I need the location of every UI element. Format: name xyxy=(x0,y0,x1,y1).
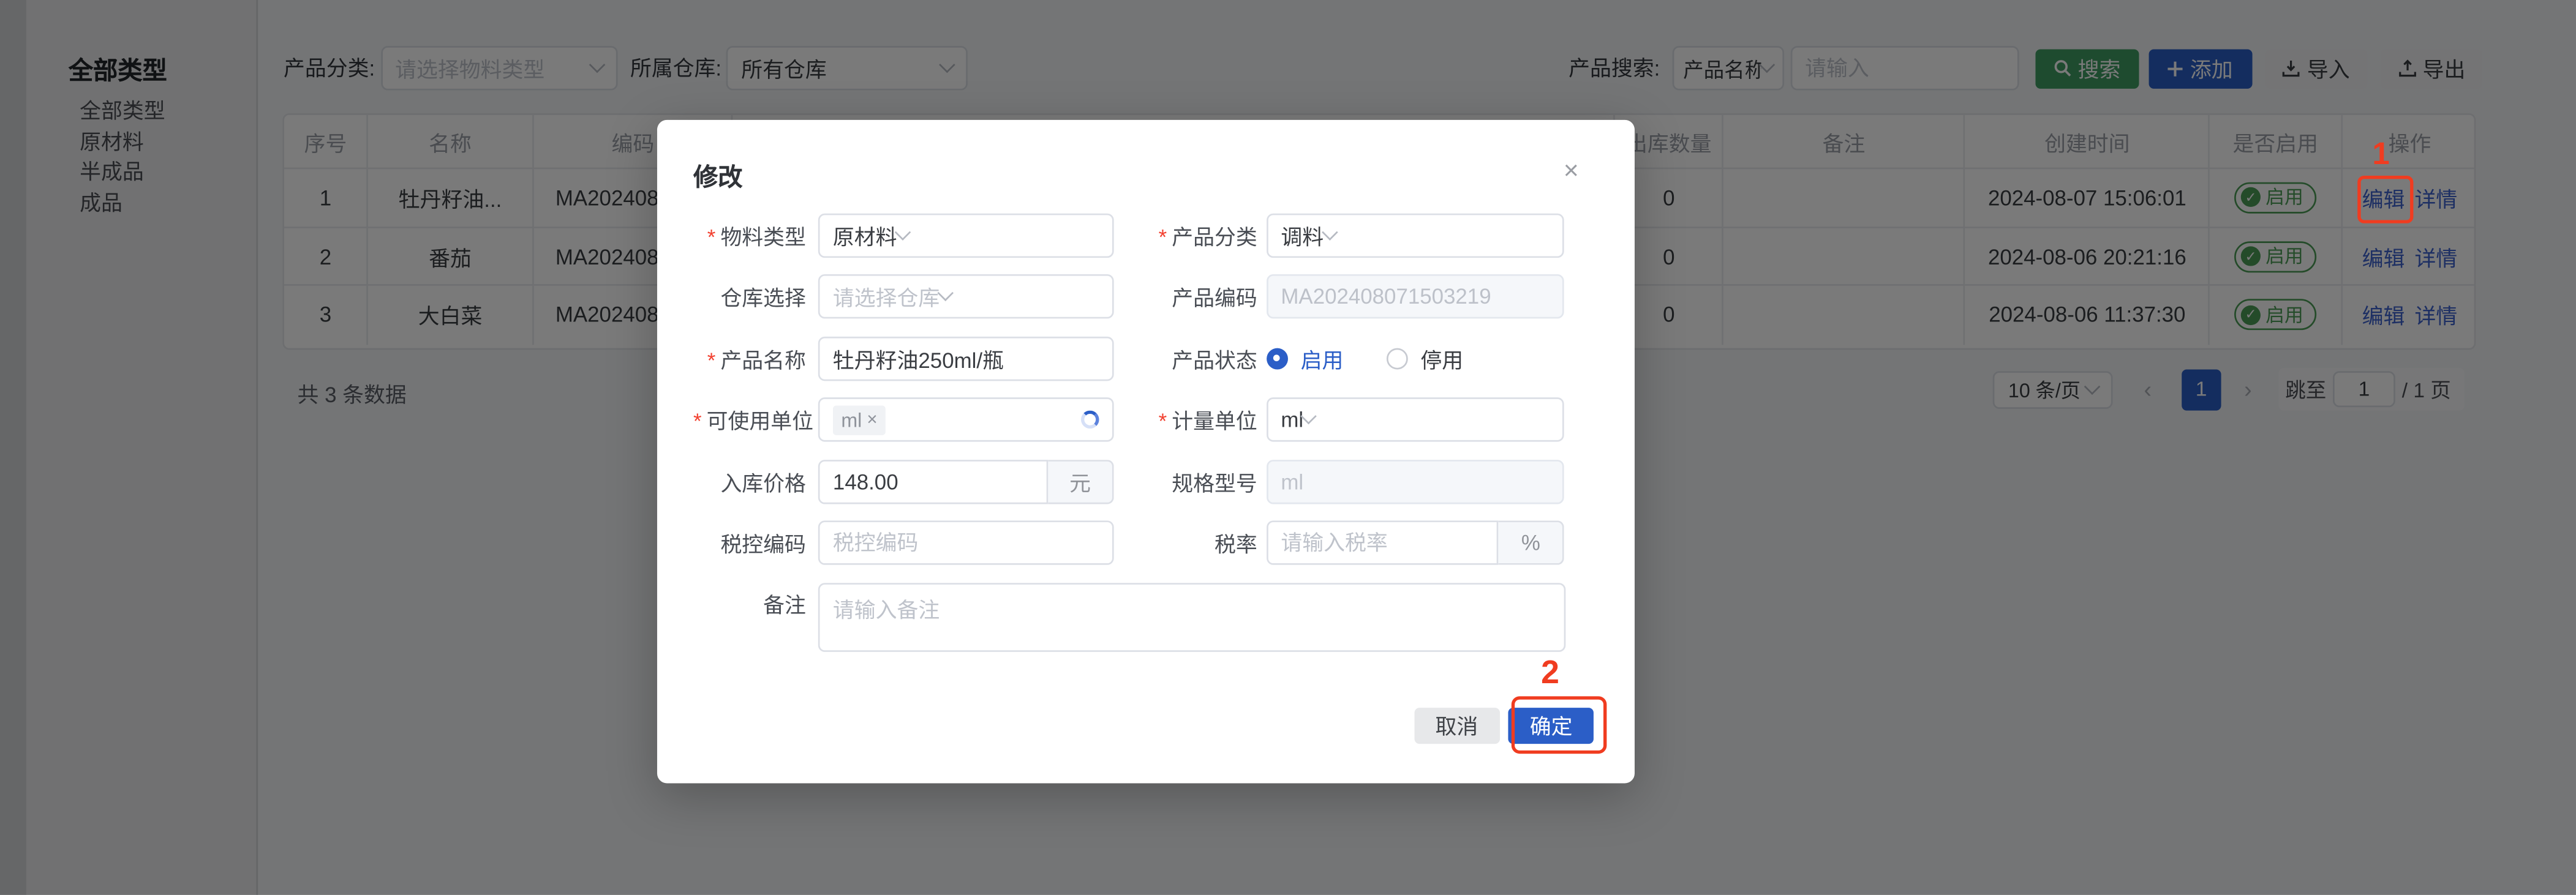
warehouse-choose-select[interactable]: 请选择仓库 xyxy=(818,274,1114,318)
product-category-value: 调料 xyxy=(1281,220,1324,251)
annotation-step-1: 1 xyxy=(2372,138,2389,174)
modal-header: 修改 × xyxy=(657,119,1635,193)
chevron-down-icon xyxy=(1321,223,1338,240)
tag-close-icon[interactable]: × xyxy=(867,410,877,430)
unit-tag-label: ml xyxy=(841,408,862,432)
percent-addon: % xyxy=(1499,521,1564,565)
product-code-input xyxy=(1266,274,1564,318)
product-status-label: 产品状态 xyxy=(1114,343,1257,374)
price-unit-addon: 元 xyxy=(1048,459,1113,503)
tax-rate-input[interactable] xyxy=(1266,521,1499,565)
material-type-label: 物料类型 xyxy=(693,220,806,251)
tax-code-label: 税控编码 xyxy=(693,528,806,559)
product-category-select-modal[interactable]: 调料 xyxy=(1266,213,1564,257)
tax-rate-group: % xyxy=(1266,521,1564,565)
annotation-step-2: 2 xyxy=(1541,655,1559,693)
inbound-price-input[interactable] xyxy=(818,459,1049,503)
modal-title: 修改 xyxy=(693,159,743,193)
tax-rate-label: 税率 xyxy=(1114,528,1257,559)
loading-spinner-icon xyxy=(1081,411,1099,429)
radio-enabled[interactable] xyxy=(1266,348,1287,369)
warehouse-choose-placeholder: 请选择仓库 xyxy=(833,281,940,312)
product-name-label: 产品名称 xyxy=(693,343,806,374)
remark-textarea[interactable] xyxy=(818,582,1565,651)
cancel-button[interactable]: 取消 xyxy=(1414,707,1500,744)
usable-units-label: 可使用单位 xyxy=(693,404,806,435)
form-row: 仓库选择 请选择仓库 产品编码 xyxy=(657,274,1635,318)
form-row: 入库价格 元 规格型号 xyxy=(657,459,1635,503)
material-type-select[interactable]: 原材料 xyxy=(818,213,1114,257)
close-icon[interactable]: × xyxy=(1564,159,1579,193)
measure-unit-value: ml xyxy=(1281,408,1303,432)
radio-enabled-label[interactable]: 启用 xyxy=(1301,343,1344,374)
chevron-down-icon xyxy=(937,285,954,302)
product-name-input[interactable] xyxy=(818,336,1114,380)
form-row-remark: 备注 xyxy=(657,582,1635,651)
edit-product-form: 物料类型 原材料 产品分类 调料 仓库选择 请选择仓库 产品编码 xyxy=(657,213,1635,651)
form-row: 税控编码 税率 % xyxy=(657,521,1635,565)
form-row: 产品名称 产品状态 启用 停用 xyxy=(657,336,1635,380)
product-status-radios: 启用 停用 xyxy=(1266,336,1564,380)
measure-unit-select[interactable]: ml xyxy=(1266,398,1564,442)
remark-label: 备注 xyxy=(693,582,806,626)
inbound-price-group: 元 xyxy=(818,459,1114,503)
product-code-label: 产品编码 xyxy=(1114,281,1257,312)
warehouse-choose-label: 仓库选择 xyxy=(693,281,806,312)
inbound-price-label: 入库价格 xyxy=(693,466,806,497)
form-row: 物料类型 原材料 产品分类 调料 xyxy=(657,213,1635,257)
annotation-box-confirm-button xyxy=(1512,696,1607,754)
unit-tag: ml× xyxy=(833,405,886,435)
material-type-value: 原材料 xyxy=(833,220,897,251)
app-viewport: 全部类型 全部类型 原材料 半成品 成品 产品分类: 请选择物料类型 所属仓库:… xyxy=(0,0,2576,895)
tax-code-input[interactable] xyxy=(818,521,1114,565)
spec-model-input xyxy=(1266,459,1564,503)
product-category-label: 产品分类 xyxy=(1114,220,1257,251)
chevron-down-icon xyxy=(1301,408,1317,425)
usable-units-input[interactable]: ml× xyxy=(818,398,1114,442)
measure-unit-label: 计量单位 xyxy=(1114,404,1257,435)
spec-model-label: 规格型号 xyxy=(1114,466,1257,497)
annotation-box-edit-link xyxy=(2357,175,2414,222)
chevron-down-icon xyxy=(895,223,911,240)
edit-product-modal: 修改 × 物料类型 原材料 产品分类 调料 仓库选择 请选择仓库 xyxy=(657,119,1635,784)
form-row: 可使用单位 ml× 计量单位 ml xyxy=(657,398,1635,442)
radio-disabled-label[interactable]: 停用 xyxy=(1420,343,1463,374)
radio-disabled[interactable] xyxy=(1386,348,1407,369)
